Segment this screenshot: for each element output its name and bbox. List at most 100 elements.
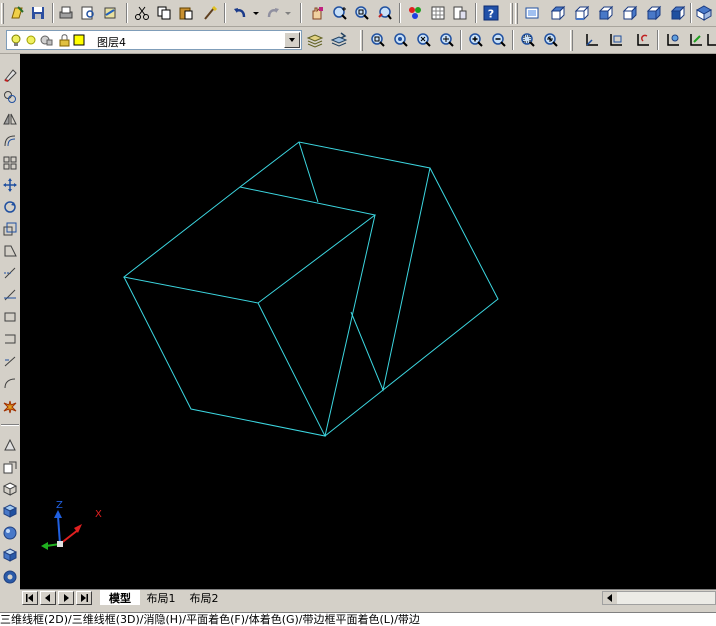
zoom-in-icon[interactable] — [466, 30, 486, 50]
left-view-icon[interactable] — [596, 3, 616, 23]
move-icon[interactable] — [1, 176, 19, 194]
fillet-icon[interactable] — [1, 374, 19, 392]
drawing-canvas: Z X — [41, 141, 499, 550]
layer-viewport-icon[interactable] — [39, 34, 53, 47]
drawing-viewport[interactable]: Z X — [20, 54, 716, 589]
ucs-world-icon[interactable] — [663, 30, 683, 50]
sw-iso-icon[interactable] — [694, 3, 714, 23]
erase-icon[interactable] — [1, 66, 19, 84]
mirror-icon[interactable] — [1, 110, 19, 128]
explode-icon[interactable] — [1, 398, 19, 416]
next-tab-button[interactable] — [58, 591, 74, 605]
rotate-icon[interactable] — [1, 198, 19, 216]
print-preview-icon[interactable] — [78, 3, 98, 23]
wireframe-edge — [239, 141, 499, 437]
print-icon[interactable] — [56, 3, 76, 23]
undo-icon[interactable] — [230, 3, 250, 23]
previous-tab-button[interactable] — [40, 591, 56, 605]
publish-icon[interactable] — [100, 3, 120, 23]
zoom-scale-icon[interactable] — [414, 30, 434, 50]
layer-lock-icon[interactable] — [59, 34, 71, 47]
help-icon[interactable]: ? — [481, 3, 501, 23]
redo-dropdown-icon[interactable] — [283, 3, 293, 23]
chevron-down-icon[interactable] — [284, 32, 300, 48]
zoom-out-icon[interactable] — [489, 30, 509, 50]
paste-icon[interactable] — [176, 3, 196, 23]
layer-dropdown[interactable]: 图层4 — [6, 30, 302, 50]
tool-palettes-icon[interactable] — [405, 3, 425, 23]
layer-name: 图层4 — [97, 36, 126, 49]
toolbar-grip[interactable] — [570, 30, 573, 51]
pan-icon[interactable] — [307, 3, 327, 23]
right-view-icon[interactable] — [620, 3, 640, 23]
solid-sphere-icon[interactable] — [1, 524, 19, 542]
properties-icon[interactable] — [450, 3, 470, 23]
toolbar-grip[interactable] — [360, 30, 363, 51]
make-layer-current-icon[interactable] — [305, 30, 325, 50]
ucs-origin-icon[interactable] — [606, 30, 626, 50]
undo-dropdown-icon[interactable] — [251, 3, 261, 23]
zoom-dynamic-icon[interactable] — [391, 30, 411, 50]
ucs-object-icon[interactable] — [686, 30, 706, 50]
zoom-all-icon[interactable] — [518, 30, 538, 50]
ucs-previous-icon[interactable] — [633, 30, 653, 50]
tab-layout1[interactable]: 布局1 — [140, 590, 182, 605]
zoom-extents-icon[interactable] — [541, 30, 561, 50]
toolbar-grip[interactable] — [515, 3, 518, 24]
ucs-icon[interactable] — [582, 30, 602, 50]
solid-edit-icon[interactable] — [1, 458, 19, 476]
wireframe-edge — [350, 167, 431, 392]
bottom-view-icon[interactable] — [572, 3, 592, 23]
layer-color-swatch-icon[interactable] — [73, 34, 85, 47]
back-view-icon[interactable] — [668, 3, 688, 23]
extend-icon[interactable] — [1, 286, 19, 304]
zoom-realtime-icon[interactable] — [330, 3, 350, 23]
break-at-point-icon[interactable] — [1, 308, 19, 326]
wireframe-edge — [123, 276, 326, 437]
scroll-left-arrow-icon[interactable] — [603, 592, 617, 604]
layer-thaw-sun-icon[interactable] — [25, 34, 37, 47]
stretch-icon[interactable] — [1, 242, 19, 260]
solid-torus-icon[interactable] — [1, 568, 19, 586]
break-icon[interactable] — [1, 330, 19, 348]
zoom-previous-icon[interactable] — [375, 3, 395, 23]
redo-icon[interactable] — [263, 3, 283, 23]
zoom-center-icon[interactable] — [437, 30, 457, 50]
solid-cube-icon[interactable] — [1, 546, 19, 564]
ucs-face-icon[interactable] — [706, 30, 716, 50]
offset-icon[interactable] — [1, 132, 19, 150]
top-view-icon[interactable] — [548, 3, 568, 23]
zoom-window-icon[interactable] — [352, 3, 372, 23]
toolbar-grip[interactable] — [510, 3, 513, 24]
named-views-icon[interactable] — [522, 3, 542, 23]
save-icon[interactable] — [28, 3, 48, 23]
zoom-window-icon[interactable] — [368, 30, 388, 50]
copy-object-icon[interactable] — [1, 88, 19, 106]
solid-box-icon[interactable] — [1, 502, 19, 520]
design-center-icon[interactable] — [428, 3, 448, 23]
layers-toolbar: 图层4 — [0, 27, 716, 54]
cut-icon[interactable] — [132, 3, 152, 23]
first-tab-button[interactable] — [22, 591, 38, 605]
front-view-icon[interactable] — [644, 3, 664, 23]
tab-model[interactable]: 模型 — [100, 590, 140, 605]
scale-icon[interactable] — [1, 220, 19, 238]
solid-wedge-icon[interactable] — [1, 436, 19, 454]
trim-icon[interactable] — [1, 264, 19, 282]
wireframe-edge — [298, 141, 319, 203]
array-icon[interactable] — [1, 154, 19, 172]
layer-on-bulb-icon[interactable] — [10, 34, 22, 47]
last-tab-button[interactable] — [76, 591, 92, 605]
solid-box-outline-icon[interactable] — [1, 480, 19, 498]
toolbar-grip[interactable] — [1, 3, 4, 24]
wireframe-edge — [122, 186, 377, 304]
command-line[interactable]: 三维线框(2D)/三维线框(3D)/消隐(H)/平面着色(F)/体着色(G)/带… — [0, 612, 716, 626]
copy-icon[interactable] — [154, 3, 174, 23]
match-properties-icon[interactable] — [200, 3, 220, 23]
tab-layout2[interactable]: 布局2 — [182, 590, 226, 605]
new-icon[interactable] — [7, 3, 27, 23]
chamfer-icon[interactable] — [1, 352, 19, 370]
horizontal-scrollbar[interactable] — [602, 591, 716, 605]
standard-toolbar: ? — [0, 0, 716, 27]
layer-previous-icon[interactable] — [329, 30, 349, 50]
